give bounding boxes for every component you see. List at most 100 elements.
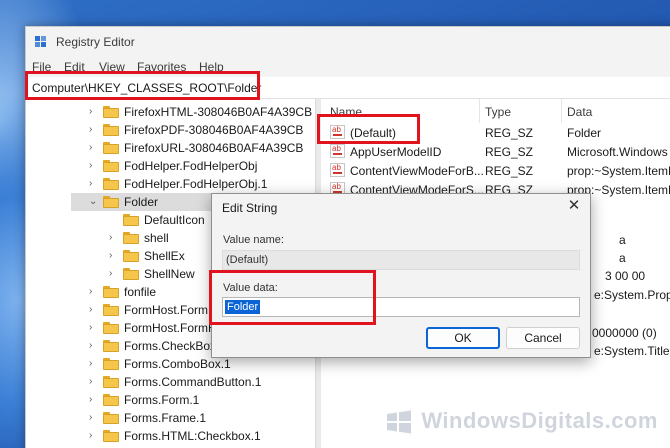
tree-item-label: Forms.Form.1 [124,393,200,407]
chevron-right-icon[interactable]: › [89,430,99,442]
value-name: (Default) [350,126,397,140]
ok-button[interactable]: OK [426,327,500,349]
tree-item[interactable]: › FodHelper.FodHelperObj.1 [71,175,315,193]
close-icon[interactable]: ✕ [564,196,584,216]
folder-icon [103,124,119,136]
chevron-right-icon[interactable]: › [89,322,99,334]
address-bar[interactable]: Computer\HKEY_CLASSES_ROOT\Folder [26,77,670,99]
tree-item[interactable]: › FirefoxURL-308046B0AF4A39CB [71,139,315,157]
tree-item-label: DefaultIcon [144,213,205,227]
tree-item-label: FirefoxURL-308046B0AF4A39CB [124,141,304,155]
value-data-label: Value data: [223,282,278,294]
chevron-right-icon[interactable]: › [89,142,99,154]
value-data-text[interactable]: Folder [225,300,261,314]
tree-item-label: ShellNew [144,267,195,281]
menu-file[interactable]: File [32,60,51,74]
value-data-peek: 0000000 (0) [592,326,657,340]
menu-view[interactable]: View [99,60,125,74]
edit-string-dialog: Edit String ✕ Value name: (Default) Valu… [211,193,591,358]
value-data-peek: e:System.PropG [594,288,670,302]
value-type: REG_SZ [485,126,534,140]
value-type: REG_SZ [485,164,534,178]
menu-bar: File Edit View Favorites Help [26,57,670,77]
chevron-right-icon[interactable]: › [89,106,99,118]
tree-item-label: Forms.HTML:Checkbox.1 [124,429,261,443]
value-data-peek: a [619,233,626,247]
chevron-right-icon[interactable]: › [89,304,99,316]
tree-item-label: shell [144,231,169,245]
chevron-right-icon[interactable]: › [89,394,99,406]
tree-item-label: Folder [124,195,159,209]
chevron-right-icon[interactable]: › [89,412,99,424]
value-data: Microsoft.Windows [567,145,668,159]
dialog-title: Edit String [222,201,278,215]
chevron-right-icon[interactable]: › [89,178,99,190]
value-data-peek: 3 00 00 [605,269,646,283]
tree-item[interactable]: › FirefoxHTML-308046B0AF4A39CB [71,103,315,121]
value-row[interactable]: ab (Default) REG_SZ Folder [321,123,670,142]
cancel-button[interactable]: Cancel [506,327,580,349]
string-value-icon: ab [330,144,345,158]
chevron-right-icon[interactable]: › [89,358,99,370]
value-row[interactable]: ab ContentViewModeForB... REG_SZ prop:~S… [321,161,670,180]
value-data: prop:~System.ItemN [567,164,670,178]
column-header-name[interactable]: Name [330,105,362,119]
folder-icon [103,196,119,208]
folder-icon [103,106,119,118]
tree-item[interactable]: › Forms.CommandButton.1 [71,373,315,391]
chevron-right-icon[interactable]: › [89,376,99,388]
folder-icon [103,178,119,190]
column-header-data[interactable]: Data [567,105,592,119]
chevron-right-icon[interactable]: › [89,286,99,298]
tree-item[interactable]: › Forms.Frame.1 [71,409,315,427]
address-path[interactable]: Computer\HKEY_CLASSES_ROOT\Folder [32,81,261,95]
value-row[interactable]: ab AppUserModelID REG_SZ Microsoft.Windo… [321,142,670,161]
folder-icon [103,376,119,388]
value-name: ContentViewModeForB... [350,164,484,178]
chevron-right-icon[interactable]: › [89,124,99,136]
tree-item[interactable]: › Forms.HTML:Checkbox.1 [71,427,315,445]
tree-item[interactable]: › FodHelper.FodHelperObj [71,157,315,175]
column-header-type[interactable]: Type [485,105,511,119]
tree-item-label: FirefoxPDF-308046B0AF4A39CB [124,123,304,137]
value-name: AppUserModelID [350,145,442,159]
menu-edit[interactable]: Edit [64,60,85,74]
column-divider[interactable] [561,99,562,123]
folder-icon [103,340,119,352]
folder-icon [123,214,139,226]
menu-favorites[interactable]: Favorites [137,60,186,74]
chevron-right-icon [109,214,119,226]
chevron-right-icon[interactable]: › [109,232,119,244]
folder-icon [103,160,119,172]
folder-icon [123,232,139,244]
title-bar: Registry Editor [26,27,670,57]
column-divider[interactable] [479,99,480,123]
folder-icon [123,250,139,262]
tree-item-label: FirefoxHTML-308046B0AF4A39CB [124,105,313,119]
windows-logo-icon [387,410,412,434]
chevron-right-icon[interactable]: › [89,340,99,352]
folder-icon [123,268,139,280]
chevron-down-icon[interactable]: ⌄ [89,196,99,208]
menu-help[interactable]: Help [199,60,224,74]
chevron-right-icon[interactable]: › [89,160,99,172]
watermark-logo: WindowsDigitals.com [387,408,658,438]
tree-item-label: fonfile [124,285,157,299]
folder-icon [103,142,119,154]
string-value-icon: ab [330,125,345,139]
value-name-field: (Default) [222,250,580,270]
value-data: Folder [567,126,602,140]
tree-item[interactable]: › FirefoxPDF-308046B0AF4A39CB [71,121,315,139]
folder-icon [103,394,119,406]
value-data-input[interactable]: Folder [222,297,580,317]
watermark-text: WindowsDigitals.com [421,408,658,433]
value-name-text: (Default) [226,254,269,266]
chevron-right-icon[interactable]: › [109,268,119,280]
string-value-icon: ab [330,163,345,177]
tree-item[interactable]: › Forms.Form.1 [71,391,315,409]
folder-icon [103,304,119,316]
registry-editor-app-icon [35,36,47,48]
folder-icon [103,286,119,298]
chevron-right-icon[interactable]: › [109,250,119,262]
tree-item-label: ShellEx [144,249,185,263]
